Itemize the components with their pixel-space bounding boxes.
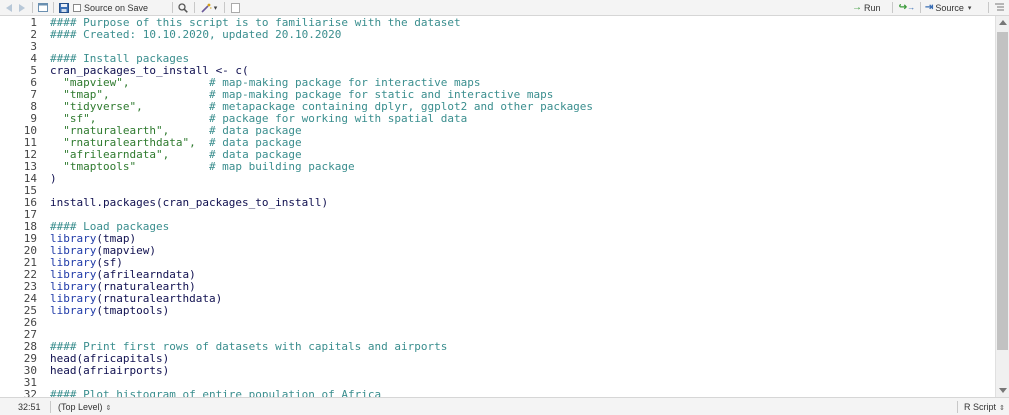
code-token: # map building package xyxy=(136,160,355,173)
updown-icon: ⇕ xyxy=(999,405,1005,412)
scroll-down-icon[interactable] xyxy=(999,388,1007,393)
source-arrow-icon: ⇥ xyxy=(925,2,934,13)
rstudio-source-editor: Source on Save ▾ → Run ↪ → ⇥ Source ▾ 1 … xyxy=(0,0,1009,415)
code-line[interactable]: 26 xyxy=(0,317,995,329)
file-type-label: R Script xyxy=(964,402,997,412)
run-button[interactable]: → Run xyxy=(852,0,881,15)
cursor-position: 32:51 xyxy=(18,402,41,412)
checkbox-box[interactable] xyxy=(73,3,81,12)
code-line[interactable]: 16 install.packages(cran_packages_to_inst… xyxy=(0,197,995,209)
chevron-down-icon[interactable]: ▾ xyxy=(214,4,218,12)
magic-wand-icon[interactable]: ▾ xyxy=(199,0,219,15)
code-token: ) xyxy=(50,172,57,185)
code-editor[interactable]: 1 #### Purpose of this script is to famil… xyxy=(0,16,995,398)
scroll-up-icon[interactable] xyxy=(999,20,1007,25)
run-label: Run xyxy=(864,2,881,13)
source-button[interactable]: ⇥ Source ▾ xyxy=(925,0,971,15)
code-line[interactable]: 2 #### Created: 10.10.2020, updated 20.10… xyxy=(0,29,995,41)
status-bar: 32:51 (Top Level) ⇕ R Script ⇕ xyxy=(0,397,1009,415)
code-line[interactable]: 13 "tmaptools" # map building package xyxy=(0,161,995,173)
code-token: library xyxy=(50,304,97,317)
code-text[interactable]: head(afriairports) xyxy=(50,365,169,377)
code-text[interactable]: #### Created: 10.10.2020, updated 20.10.… xyxy=(50,29,341,41)
editor-toolbar: Source on Save ▾ → Run ↪ → ⇥ Source ▾ xyxy=(0,0,1009,16)
scope-label: (Top Level) xyxy=(58,402,103,412)
code-token: #### Created: 10.10.2020, updated 20.10.… xyxy=(50,28,342,41)
code-line[interactable]: 32 #### Plot histogram of entire populati… xyxy=(0,388,995,398)
code-text[interactable]: ) xyxy=(50,173,57,185)
code-line[interactable]: 20 library(mapview) xyxy=(0,245,995,257)
code-token: head(afriairports) xyxy=(50,364,170,377)
code-line[interactable]: 25 library(tmaptools) xyxy=(0,305,995,317)
line-number: 32 xyxy=(23,388,37,398)
updown-icon: ⇕ xyxy=(105,405,112,412)
chevron-down-icon[interactable]: ▾ xyxy=(968,4,972,12)
code-token: "tmaptools" xyxy=(50,160,137,173)
compile-report-icon[interactable] xyxy=(229,0,241,15)
forward-arrow-icon[interactable] xyxy=(17,0,27,15)
run-arrow-icon: → xyxy=(852,2,862,13)
search-icon[interactable] xyxy=(177,0,189,15)
code-text[interactable]: library(tmaptools) xyxy=(50,305,169,317)
code-token: (tmaptools) xyxy=(96,304,170,317)
code-line[interactable]: 30 head(afriairports) xyxy=(0,365,995,377)
file-type-selector[interactable]: R Script ⇕ xyxy=(964,398,1005,415)
outline-icon[interactable] xyxy=(992,0,1006,15)
code-text[interactable]: install.packages(cran_packages_to_instal… xyxy=(50,197,328,209)
code-text[interactable]: "tmaptools" # map building package xyxy=(50,160,355,173)
code-token: #### Plot histogram of entire population… xyxy=(50,388,382,398)
scope-selector[interactable]: (Top Level) ⇕ xyxy=(58,398,111,415)
code-text[interactable]: #### Plot histogram of entire population… xyxy=(50,388,382,398)
source-label: Source xyxy=(935,2,964,13)
show-in-window-icon[interactable] xyxy=(37,0,49,15)
save-icon[interactable] xyxy=(58,0,70,15)
scrollbar-thumb[interactable] xyxy=(997,32,1008,350)
code-token: install.packages(cran_packages_to_instal… xyxy=(50,196,329,209)
back-arrow-icon[interactable] xyxy=(4,0,14,15)
code-line[interactable]: 14) xyxy=(0,173,995,185)
code-line[interactable]: 18 #### Load packages xyxy=(0,221,995,233)
source-on-save-label: Source on Save xyxy=(84,2,149,13)
rerun-icon[interactable]: ↪ → xyxy=(898,0,916,15)
source-on-save-checkbox[interactable]: Source on Save xyxy=(73,0,148,15)
vertical-scrollbar[interactable] xyxy=(995,16,1009,397)
